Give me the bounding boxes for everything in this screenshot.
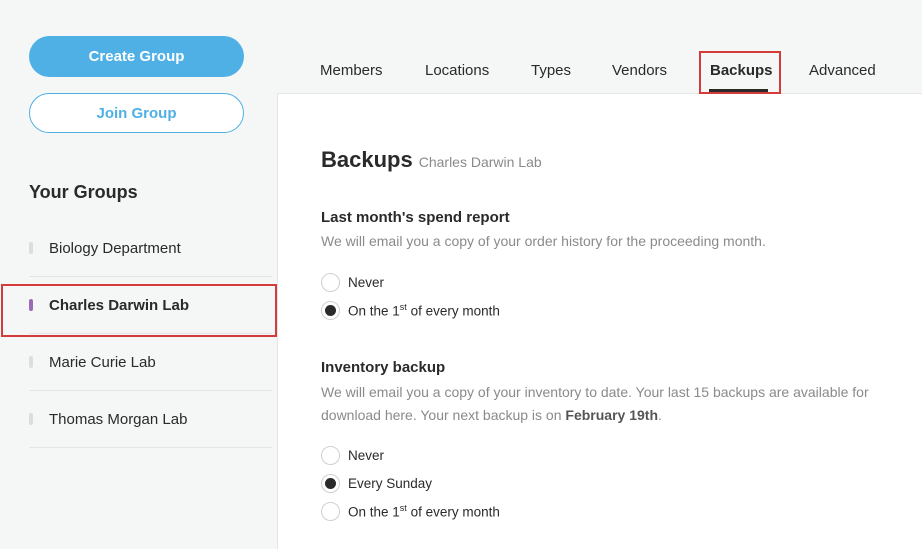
spend-report-option-monthly[interactable]: On the 1st of every month [321, 301, 500, 320]
page-title-text: Backups [321, 147, 413, 172]
radio-button-checked[interactable] [321, 474, 340, 493]
group-label: Biology Department [49, 239, 181, 257]
tab-locations[interactable]: Locations [425, 62, 489, 79]
spend-report-title: Last month's spend report [321, 209, 510, 226]
page-subtitle: Charles Darwin Lab [418, 154, 542, 170]
your-groups-heading: Your Groups [29, 182, 138, 202]
group-marker [29, 242, 33, 254]
tab-bar [277, 0, 922, 93]
inventory-backup-description: We will email you a copy of your invento… [321, 384, 869, 423]
sidebar: Create Group Join Group Your Groups Biol… [0, 0, 277, 549]
radio-label: Every Sunday [348, 476, 433, 491]
spend-report-description: We will email you a copy of your order h… [321, 233, 766, 249]
group-item-marie-curie-lab[interactable]: Marie Curie Lab [29, 334, 272, 391]
radio-button-checked[interactable] [321, 301, 340, 320]
radio-button[interactable] [321, 502, 340, 521]
group-marker-active [29, 299, 33, 311]
group-item-biology-department[interactable]: Biology Department [29, 220, 272, 277]
tab-members[interactable]: Members [320, 62, 383, 79]
group-item-charles-darwin-lab[interactable]: Charles Darwin Lab [29, 277, 272, 334]
group-label: Thomas Morgan Lab [49, 410, 188, 428]
group-item-thomas-morgan-lab[interactable]: Thomas Morgan Lab [29, 391, 272, 448]
page-title: Backups Charles Darwin Lab [321, 147, 542, 173]
tab-vendors[interactable]: Vendors [612, 62, 667, 79]
inventory-option-every-sunday[interactable]: Every Sunday [321, 474, 432, 493]
radio-button[interactable] [321, 446, 340, 465]
radio-label: On the 1st of every month [348, 503, 500, 520]
inventory-option-monthly[interactable]: On the 1st of every month [321, 502, 500, 521]
group-marker [29, 356, 33, 368]
inventory-option-never[interactable]: Never [321, 446, 384, 465]
active-tab-underline [709, 89, 768, 92]
group-label: Charles Darwin Lab [49, 296, 190, 314]
radio-label: Never [348, 448, 385, 463]
tab-types[interactable]: Types [531, 62, 571, 79]
tab-advanced[interactable]: Advanced [809, 62, 876, 79]
tab-backups[interactable]: Backups [710, 62, 773, 79]
group-marker [29, 413, 33, 425]
group-list: Biology Department Charles Darwin Lab Ma… [29, 220, 272, 448]
next-backup-date: February 19th [565, 407, 658, 423]
create-group-button[interactable]: Create Group [29, 36, 244, 77]
inventory-backup-title: Inventory backup [321, 359, 446, 376]
group-label: Marie Curie Lab [49, 353, 156, 371]
spend-report-option-never[interactable]: Never [321, 273, 384, 292]
join-group-button[interactable]: Join Group [29, 93, 244, 133]
radio-label: On the 1st of every month [348, 302, 500, 319]
radio-button[interactable] [321, 273, 340, 292]
radio-label: Never [348, 275, 385, 290]
